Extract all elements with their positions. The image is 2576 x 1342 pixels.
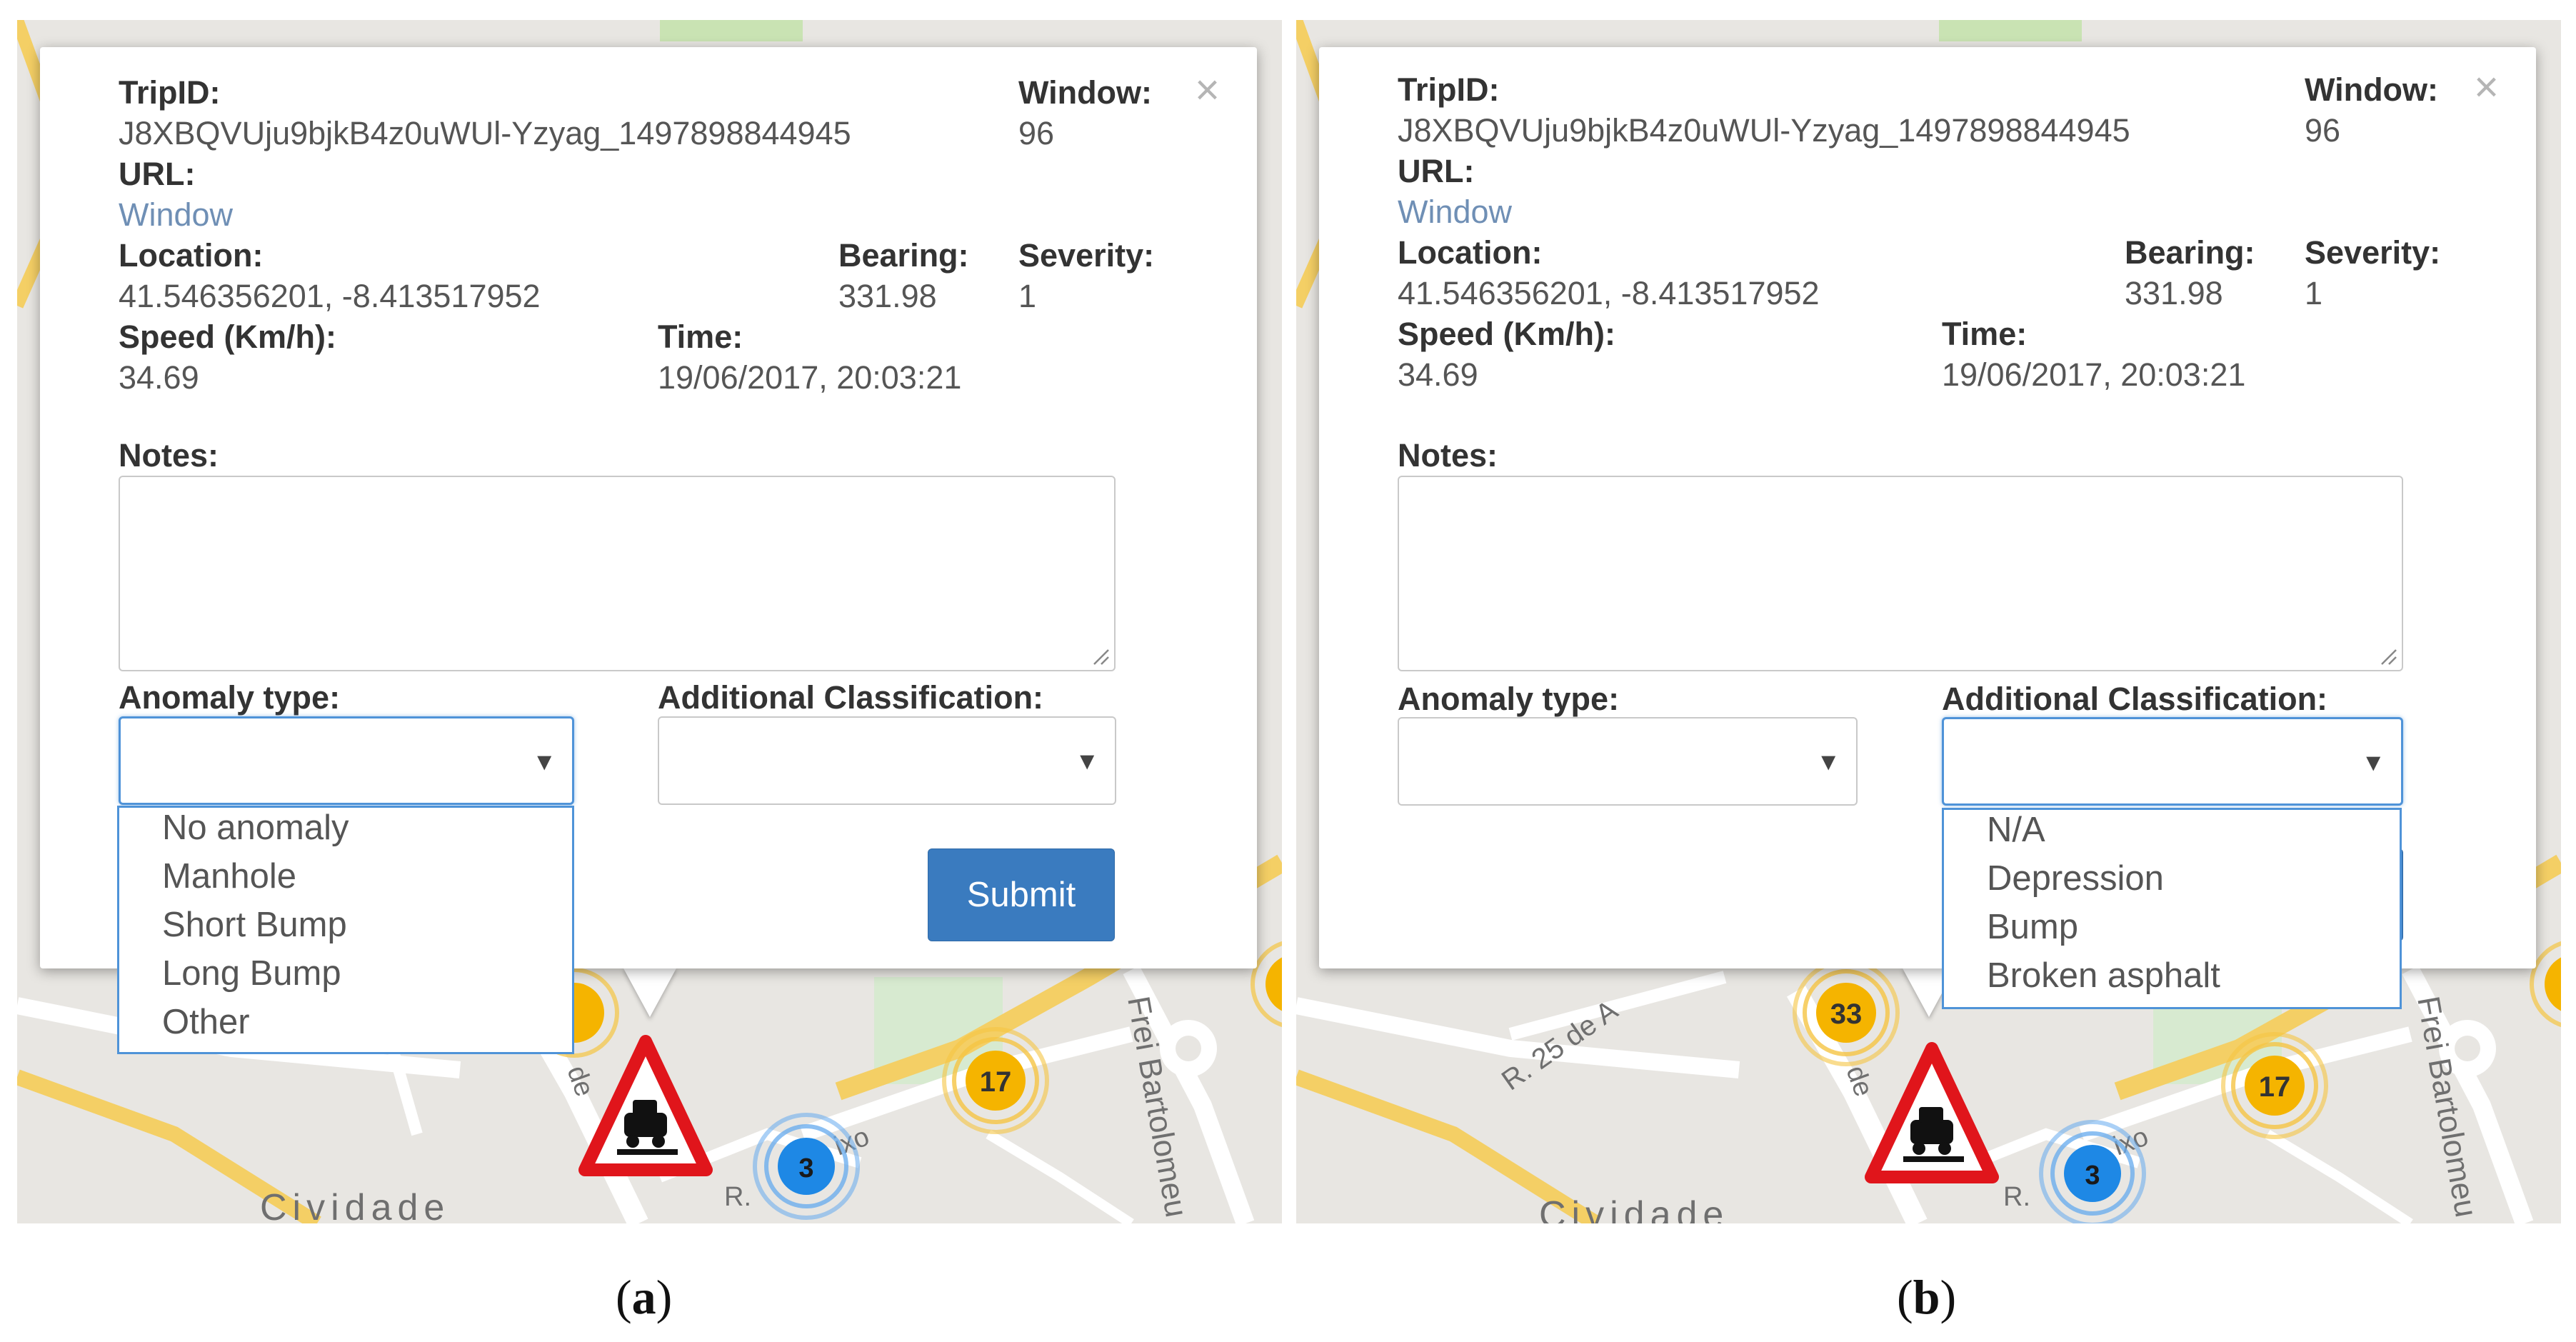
time-value: 19/06/2017, 20:03:21	[1942, 356, 2246, 393]
bearing-value: 331.98	[2125, 275, 2223, 311]
notes-textarea[interactable]	[119, 476, 1116, 671]
notes-label: Notes:	[119, 437, 219, 474]
cluster-count: 3	[798, 1153, 813, 1183]
caption-a: (a)	[616, 1270, 673, 1324]
tripid-value: J8XBQVUju9bjkB4z0uWUl-Yzyag_149789884494…	[1398, 112, 2130, 149]
submit-button[interactable]: Submit	[928, 848, 1115, 941]
street-label-r: R.	[2003, 1182, 2030, 1212]
anomaly-type-select[interactable]: ▼	[119, 716, 574, 805]
severity-label: Severity:	[1018, 237, 1155, 274]
caret-down-icon: ▼	[2361, 749, 2385, 776]
tripid-value: J8XBQVUju9bjkB4z0uWUl-Yzyag_149789884494…	[119, 115, 851, 151]
anomaly-type-label: Anomaly type:	[119, 679, 341, 716]
district-label: Cividade	[260, 1187, 450, 1223]
cluster-count: 33	[1830, 998, 1863, 1030]
caption-b: (b)	[1897, 1270, 1957, 1324]
district-label: Cividade	[1539, 1194, 1729, 1223]
classification-label: Additional Classification:	[1942, 681, 2328, 717]
close-icon[interactable]: ×	[2474, 66, 2499, 109]
bearing-value: 331.98	[838, 278, 937, 314]
caret-down-icon: ▼	[1075, 748, 1099, 775]
classification-label: Additional Classification:	[658, 679, 1044, 716]
window-label: Window:	[2305, 71, 2439, 108]
notes-label: Notes:	[1398, 437, 1498, 474]
url-label: URL:	[1398, 153, 1475, 189]
dropdown-option[interactable]: N/A	[1987, 810, 2045, 850]
dropdown-option[interactable]: No anomaly	[162, 808, 349, 848]
location-value: 41.546356201, -8.413517952	[119, 278, 541, 314]
anomaly-type-select[interactable]: ▼	[1398, 717, 1858, 806]
speed-label: Speed (Km/h):	[119, 319, 337, 355]
location-value: 41.546356201, -8.413517952	[1398, 275, 1820, 311]
anomaly-type-label: Anomaly type:	[1398, 681, 1620, 717]
speed-label: Speed (Km/h):	[1398, 316, 1616, 352]
cluster-count: 3	[2085, 1161, 2100, 1191]
window-label: Window:	[1018, 74, 1153, 111]
dropdown-option[interactable]: Bump	[1987, 907, 2078, 947]
time-label: Time:	[658, 319, 743, 355]
cluster-count: 17	[980, 1066, 1012, 1098]
classification-select[interactable]: ▼	[1942, 717, 2403, 806]
location-label: Location:	[119, 237, 264, 274]
severity-label: Severity:	[2305, 234, 2441, 271]
window-value: 96	[2305, 112, 2341, 149]
time-value: 19/06/2017, 20:03:21	[658, 359, 962, 396]
dropdown-option[interactable]: Other	[162, 1002, 250, 1042]
popup-tail	[623, 967, 677, 1017]
bearing-label: Bearing:	[838, 237, 969, 274]
dropdown-option[interactable]: Long Bump	[162, 953, 341, 993]
bearing-label: Bearing:	[2125, 234, 2255, 271]
severity-value: 1	[2305, 275, 2323, 311]
street-label-r: R.	[724, 1182, 751, 1212]
dropdown-option[interactable]: Manhole	[162, 856, 296, 896]
caption-letter: a	[631, 1270, 656, 1324]
resize-grip-icon[interactable]	[1090, 646, 1110, 666]
window-value: 96	[1018, 115, 1055, 151]
anomaly-type-dropdown: No anomaly Manhole Short Bump Long Bump …	[117, 806, 574, 1054]
close-icon[interactable]: ×	[1195, 69, 1220, 111]
dropdown-option[interactable]: Short Bump	[162, 905, 347, 945]
classification-select[interactable]: ▼	[658, 716, 1116, 805]
notes-textarea[interactable]	[1398, 476, 2403, 671]
severity-value: 1	[1018, 278, 1037, 314]
tripid-label: TripID:	[119, 74, 221, 111]
speed-value: 34.69	[1398, 356, 1478, 393]
caret-down-icon: ▼	[532, 748, 556, 776]
cluster-count: 17	[2259, 1071, 2291, 1103]
dropdown-option[interactable]: Depression	[1987, 858, 2164, 898]
caret-down-icon: ▼	[1816, 748, 1840, 776]
location-label: Location:	[1398, 234, 1543, 271]
dropdown-option[interactable]: Broken asphalt	[1987, 956, 2220, 996]
screenshot-panel-b: Cividade Frei Bartolomeu R. 25 de A de i…	[1296, 20, 2561, 1223]
url-link[interactable]: Window	[119, 196, 233, 234]
time-label: Time:	[1942, 316, 2028, 352]
speed-value: 34.69	[119, 359, 199, 396]
classification-dropdown: N/A Depression Bump Broken asphalt	[1942, 808, 2402, 1009]
screenshot-panel-a: Cividade Frei Bartolomeu de ixo R. 17 3	[17, 20, 1282, 1223]
url-label: URL:	[119, 156, 196, 192]
resize-grip-icon[interactable]	[2377, 646, 2397, 666]
caption-letter: b	[1913, 1270, 1940, 1324]
tripid-label: TripID:	[1398, 71, 1500, 108]
url-link[interactable]: Window	[1398, 194, 1512, 231]
